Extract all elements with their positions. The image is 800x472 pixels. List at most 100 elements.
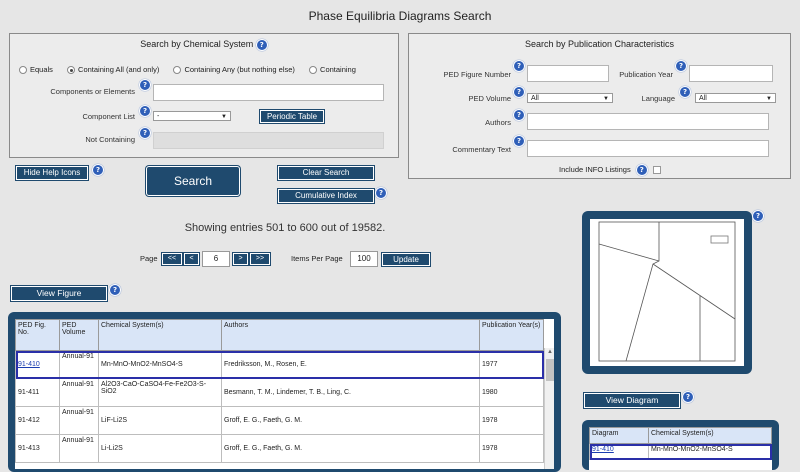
year-cell: 1977 bbox=[479, 350, 544, 379]
last-page-button[interactable]: >> bbox=[250, 253, 270, 265]
chevron-down-icon: ▼ bbox=[221, 114, 227, 120]
items-per-page-input[interactable]: 100 bbox=[350, 251, 378, 267]
year-cell: 1980 bbox=[479, 378, 544, 407]
vertical-scrollbar[interactable]: ▲ bbox=[544, 348, 554, 469]
page-number-input[interactable]: 6 bbox=[202, 251, 230, 267]
table-row[interactable]: 91-410 Annual-91 Mn-MnO-MnO2-MnSO4-S Fre… bbox=[15, 350, 544, 379]
results-table-frame: PED Fig. No. PED Volume Chemical System(… bbox=[8, 312, 561, 472]
figure-number-label: PED Figure Number bbox=[443, 70, 511, 79]
language-value: All bbox=[699, 95, 707, 102]
help-icon[interactable]: ? bbox=[679, 86, 691, 98]
publication-panel-title: Search by Publication Characteristics bbox=[524, 39, 675, 49]
include-info-checkbox[interactable] bbox=[652, 166, 661, 175]
scrollbar-thumb[interactable] bbox=[546, 359, 554, 381]
radio-equals-label: Equals bbox=[30, 65, 53, 74]
component-list-select[interactable]: - ▼ bbox=[153, 111, 231, 121]
help-icon[interactable]: ? bbox=[513, 86, 525, 98]
authors-cell: Fredriksson, M., Rosen, E. bbox=[221, 350, 480, 379]
cumulative-index-button[interactable]: Cumulative Index bbox=[278, 189, 374, 203]
volume-select[interactable]: All ▼ bbox=[527, 93, 613, 103]
col-diagram-system[interactable]: Chemical System(s) bbox=[648, 427, 772, 444]
help-icon[interactable]: ? bbox=[255, 39, 268, 51]
publication-year-input[interactable] bbox=[689, 65, 773, 82]
radio-group-match-mode: Equals Containing All (and only) Contain… bbox=[19, 65, 399, 75]
help-icon[interactable]: ? bbox=[682, 391, 694, 403]
commentary-label: Commentary Text bbox=[452, 145, 511, 154]
radio-containing-all-circle[interactable] bbox=[67, 66, 76, 75]
help-icon[interactable]: ? bbox=[92, 164, 104, 176]
fig-link[interactable]: 91-410 bbox=[18, 361, 40, 368]
table-row[interactable]: 91-413 Annual-91 Li-Li2S Groff, E. G., F… bbox=[15, 434, 544, 463]
not-containing-input[interactable] bbox=[153, 132, 384, 149]
authors-input[interactable] bbox=[527, 113, 769, 130]
radio-containing-all[interactable]: Containing All (and only) bbox=[67, 65, 159, 75]
radio-containing-any[interactable]: Containing Any (but nothing else) bbox=[173, 65, 295, 75]
radio-equals[interactable]: Equals bbox=[19, 65, 53, 75]
col-authors[interactable]: Authors bbox=[221, 319, 480, 351]
authors-label: Authors bbox=[485, 118, 511, 127]
col-chemical-system[interactable]: Chemical System(s) bbox=[98, 319, 222, 351]
help-icon[interactable]: ? bbox=[635, 164, 648, 176]
hide-help-icons-button[interactable]: Hide Help Icons bbox=[16, 166, 88, 180]
update-button[interactable]: Update bbox=[382, 253, 430, 266]
volume-cell: Annual-91 bbox=[59, 434, 99, 463]
col-fig-no[interactable]: PED Fig. No. bbox=[15, 319, 60, 351]
search-button[interactable]: Search bbox=[146, 166, 240, 196]
scroll-up-arrow-icon[interactable]: ▲ bbox=[545, 348, 554, 357]
periodic-table-button[interactable]: Periodic Table bbox=[260, 110, 324, 123]
table-row[interactable]: 91-412 Annual-91 LiF-Li2S Groff, E. G., … bbox=[15, 406, 544, 435]
prev-page-button[interactable]: < bbox=[184, 253, 199, 265]
help-icon[interactable]: ? bbox=[375, 187, 387, 199]
system-cell: Li-Li2S bbox=[98, 434, 222, 463]
help-icon[interactable]: ? bbox=[513, 135, 525, 147]
diagram-system-cell: Mn-MnO-MnO2-MnSO4-S bbox=[648, 443, 772, 460]
fig-cell[interactable]: 91-412 bbox=[15, 406, 60, 435]
language-select[interactable]: All ▼ bbox=[695, 93, 776, 103]
next-page-button[interactable]: > bbox=[233, 253, 248, 265]
help-icon[interactable]: ? bbox=[675, 60, 687, 72]
fig-cell[interactable]: 91-411 bbox=[15, 378, 60, 407]
first-page-button[interactable]: << bbox=[162, 253, 182, 265]
radio-equals-circle[interactable] bbox=[19, 66, 27, 75]
diagram-link-cell[interactable]: 91-410 bbox=[589, 443, 649, 460]
volume-cell: Annual-91 bbox=[59, 350, 99, 379]
table-row[interactable]: 91-411 Annual-91 Al2O3-CaO-CaSO4-Fe-Fe2O… bbox=[15, 378, 544, 407]
results-table-container: PED Fig. No. PED Volume Chemical System(… bbox=[15, 319, 554, 469]
system-cell: LiF-Li2S bbox=[98, 406, 222, 435]
volume-value: All bbox=[531, 95, 539, 102]
col-diagram[interactable]: Diagram bbox=[589, 427, 649, 444]
authors-cell: Groff, E. G., Faeth, G. M. bbox=[221, 434, 480, 463]
clear-search-button[interactable]: Clear Search bbox=[278, 166, 374, 180]
help-icon[interactable]: ? bbox=[139, 105, 151, 117]
help-icon[interactable]: ? bbox=[513, 60, 525, 72]
help-icon[interactable]: ? bbox=[139, 127, 151, 139]
help-icon[interactable]: ? bbox=[109, 284, 121, 296]
view-figure-button[interactable]: View Figure bbox=[11, 286, 107, 301]
help-icon[interactable]: ? bbox=[752, 210, 764, 222]
year-cell: 1978 bbox=[479, 406, 544, 435]
diagram-preview-frame bbox=[582, 211, 752, 374]
system-cell: Mn-MnO-MnO2-MnSO4-S bbox=[98, 350, 222, 379]
page-label: Page bbox=[140, 254, 158, 263]
radio-containing-any-circle[interactable] bbox=[173, 66, 182, 75]
diagram-link[interactable]: 91-410 bbox=[592, 446, 614, 453]
figure-number-input[interactable] bbox=[527, 65, 609, 82]
col-publication-year[interactable]: Publication Year(s) bbox=[479, 319, 544, 351]
diagram-list-table: Diagram Chemical System(s) 91-410 Mn-MnO… bbox=[589, 427, 772, 460]
include-info-label: Include INFO Listings bbox=[559, 165, 631, 174]
diagram-list-container: Diagram Chemical System(s) 91-410 Mn-MnO… bbox=[589, 427, 772, 470]
fig-link-cell[interactable]: 91-410 bbox=[15, 350, 60, 379]
help-icon[interactable]: ? bbox=[513, 109, 525, 121]
radio-containing[interactable]: Containing bbox=[309, 65, 356, 75]
fig-cell[interactable]: 91-413 bbox=[15, 434, 60, 463]
chemical-system-panel-title: Search by Chemical System ? bbox=[10, 39, 398, 51]
view-diagram-button[interactable]: View Diagram bbox=[584, 393, 680, 408]
commentary-input[interactable] bbox=[527, 140, 769, 157]
help-icon[interactable]: ? bbox=[139, 79, 151, 91]
col-volume[interactable]: PED Volume bbox=[59, 319, 99, 351]
components-input[interactable] bbox=[153, 84, 384, 101]
diagram-list-frame: Diagram Chemical System(s) 91-410 Mn-MnO… bbox=[582, 420, 779, 470]
diagram-preview bbox=[590, 219, 744, 366]
table-row[interactable]: 91-410 Mn-MnO-MnO2-MnSO4-S bbox=[589, 443, 772, 460]
radio-containing-circle[interactable] bbox=[309, 66, 318, 75]
